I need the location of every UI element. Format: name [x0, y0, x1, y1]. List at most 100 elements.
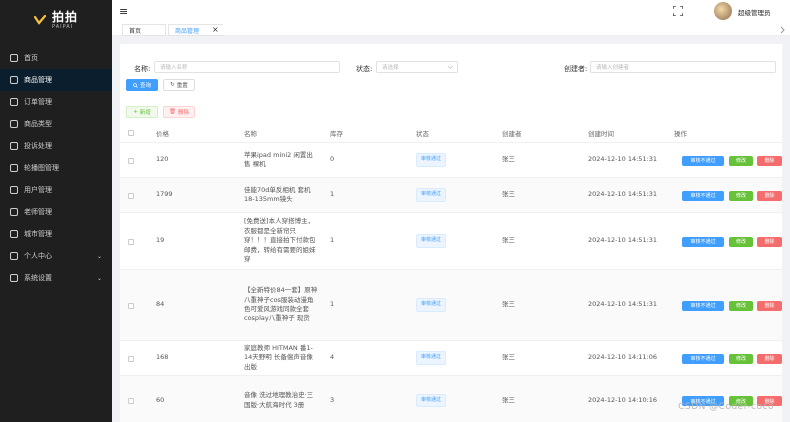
reject-button[interactable]: 审核不通过 — [682, 155, 724, 166]
delete-button[interactable]: 删除 — [757, 236, 782, 247]
price-cell: 84 — [156, 300, 165, 309]
row-checkbox[interactable] — [128, 238, 134, 245]
name-placeholder: 请输入名称 — [160, 65, 188, 71]
brand: 拍拍 PAIPAI — [0, 0, 112, 40]
sidebar-item[interactable]: 老师管理 — [0, 201, 112, 223]
stock-cell: 1 — [330, 300, 335, 309]
reject-button[interactable]: 审核不通过 — [682, 190, 724, 201]
avatar[interactable] — [714, 2, 732, 20]
column-header: 创建时间 — [588, 130, 614, 138]
sidebar-item-label: 老师管理 — [24, 208, 52, 216]
table-row: 168 家庭教师 HITMAN 番1-14天野明 长备偿声音像出版 4 张三 2024-… — [120, 340, 782, 375]
goods-panel: 名称: 请输入名称 状态: 请选择 创建者: 请输入创建者 查询 ↻ 重置 + — [120, 44, 782, 422]
chevron-down-icon — [448, 66, 453, 69]
sidebar-item[interactable]: 城市管理 — [0, 223, 112, 245]
sidebar-item[interactable]: 用户管理 — [0, 179, 112, 201]
city-icon — [10, 230, 18, 238]
time-cell: 2024-12-10 14:51:31 — [588, 155, 658, 164]
status-placeholder: 请选择 — [382, 65, 399, 71]
creator-cell: 张三 — [502, 190, 515, 199]
sidebar-item[interactable]: 商品管理 — [0, 69, 112, 91]
creator-cell: 张三 — [502, 395, 515, 404]
name-cell: 【全新特价84一套】原神八重神子cos服装动漫角色可爱风游戏同款全套cospla… — [244, 286, 318, 323]
hamburger-icon[interactable]: ≡ — [119, 6, 128, 17]
top-bar: ≡ 超级管理员 — [112, 0, 790, 24]
edit-button[interactable]: 修改 — [729, 300, 753, 311]
tab-home[interactable]: 首页 — [122, 24, 166, 36]
price-cell: 19 — [156, 236, 165, 245]
status-cell: 审核通过 — [416, 178, 447, 212]
sidebar: 拍拍 PAIPAI 首页商品管理订单管理商品类型投诉处理 轮播图管理 用户管理老师管… — [0, 0, 112, 422]
logo-icon — [34, 14, 46, 25]
stock-cell: 3 — [330, 395, 335, 404]
tab-label: 商品管理 — [175, 27, 200, 35]
bag-icon — [10, 76, 18, 84]
brand-subtitle: PAIPAI — [52, 23, 74, 30]
column-header: 价格 — [156, 130, 169, 138]
status-badge: 审核通过 — [416, 351, 447, 365]
home-icon — [10, 54, 18, 62]
sidebar-item[interactable]: 首页 — [0, 47, 112, 69]
edit-button[interactable]: 修改 — [729, 236, 753, 247]
name-input[interactable]: 请输入名称 — [154, 61, 340, 73]
sidebar-item[interactable]: 轮播图管理 — [0, 157, 112, 179]
column-header: 创建者 — [502, 130, 522, 138]
time-cell: 2024-12-10 14:10:16 — [588, 395, 658, 404]
row-checkbox[interactable] — [128, 302, 134, 309]
time-cell: 2024-12-10 14:51:31 — [588, 190, 658, 199]
status-badge: 审核通过 — [416, 188, 447, 202]
username[interactable]: 超级管理员 — [738, 7, 771, 17]
status-cell: 审核通过 — [416, 143, 447, 177]
fullscreen-icon[interactable] — [673, 6, 683, 16]
close-icon[interactable]: × — [212, 25, 219, 34]
chevron-right-icon[interactable] — [780, 26, 786, 34]
delete-button[interactable]: 删除 — [757, 300, 782, 311]
table-row: 60 音像 洗过地理教治史·三国版·大航海时代 3册 3 张三 2024-12-10 1… — [120, 375, 782, 422]
sidebar-item[interactable]: 个人中心 ⌄ — [0, 245, 112, 267]
sidebar-item[interactable]: 系统设置 ⌄ — [0, 267, 112, 289]
time-cell: 2024-12-10 14:51:31 — [588, 236, 658, 245]
stock-cell: 0 — [330, 155, 335, 164]
sidebar-item-label: 商品类型 — [24, 120, 52, 128]
settings-icon — [10, 274, 18, 282]
sidebar-item-label: 商品管理 — [24, 76, 52, 84]
tab-bar: 首页 商品管理 × — [112, 24, 790, 36]
chevron-down-icon: ⌄ — [96, 252, 102, 260]
time-cell: 2024-12-10 14:51:31 — [588, 300, 658, 309]
row-checkbox[interactable] — [128, 192, 134, 199]
creator-cell: 张三 — [502, 353, 515, 362]
price-cell: 120 — [156, 155, 169, 164]
query-button[interactable]: 查询 — [126, 79, 158, 91]
edit-button[interactable]: 修改 — [729, 190, 753, 201]
add-button[interactable]: + 新增 — [126, 106, 158, 118]
creator-cell: 张三 — [502, 155, 515, 164]
name-cell: 佳能70d单反相机 套机18-135mm镜头 — [244, 185, 311, 203]
sidebar-item[interactable]: 订单管理 — [0, 91, 112, 113]
name-label: 名称: — [134, 65, 151, 73]
table-row: 84 【全新特价84一套】原神八重神子cos服装动漫角色可爱风游戏同款全套cosp… — [120, 269, 782, 340]
row-checkbox[interactable] — [128, 398, 134, 404]
select-all-checkbox[interactable] — [128, 130, 134, 136]
sidebar-item[interactable]: 投诉处理 — [0, 135, 112, 157]
reject-button[interactable]: 审核不通过 — [682, 236, 724, 247]
creator-input[interactable]: 请输入创建者 — [590, 61, 776, 73]
refresh-icon: ↻ — [170, 82, 175, 88]
order-icon — [10, 98, 18, 106]
table-row: 120 苹果ipad mini2 闲置出售 裸机 0 张三 2024-12-10 14:… — [120, 142, 782, 177]
row-checkbox[interactable] — [128, 355, 134, 362]
row-checkbox[interactable] — [128, 157, 134, 164]
reject-button[interactable]: 审核不通过 — [682, 300, 724, 311]
reset-button[interactable]: ↻ 重置 — [163, 79, 195, 91]
status-badge: 审核通过 — [416, 393, 447, 408]
trash-icon: 🗑 — [169, 109, 176, 115]
reject-button[interactable]: 审核不通过 — [682, 353, 724, 364]
sidebar-item[interactable]: 商品类型 — [0, 113, 112, 135]
edit-button[interactable]: 修改 — [729, 155, 753, 166]
delete-button[interactable]: 删除 — [757, 353, 782, 364]
delete-selected-button[interactable]: 🗑 删除 — [163, 106, 195, 118]
delete-button[interactable]: 删除 — [757, 155, 782, 166]
delete-button[interactable]: 删除 — [757, 190, 782, 201]
status-select[interactable]: 请选择 — [376, 61, 458, 73]
edit-button[interactable]: 修改 — [729, 353, 753, 364]
status-cell: 审核通过 — [416, 376, 447, 422]
